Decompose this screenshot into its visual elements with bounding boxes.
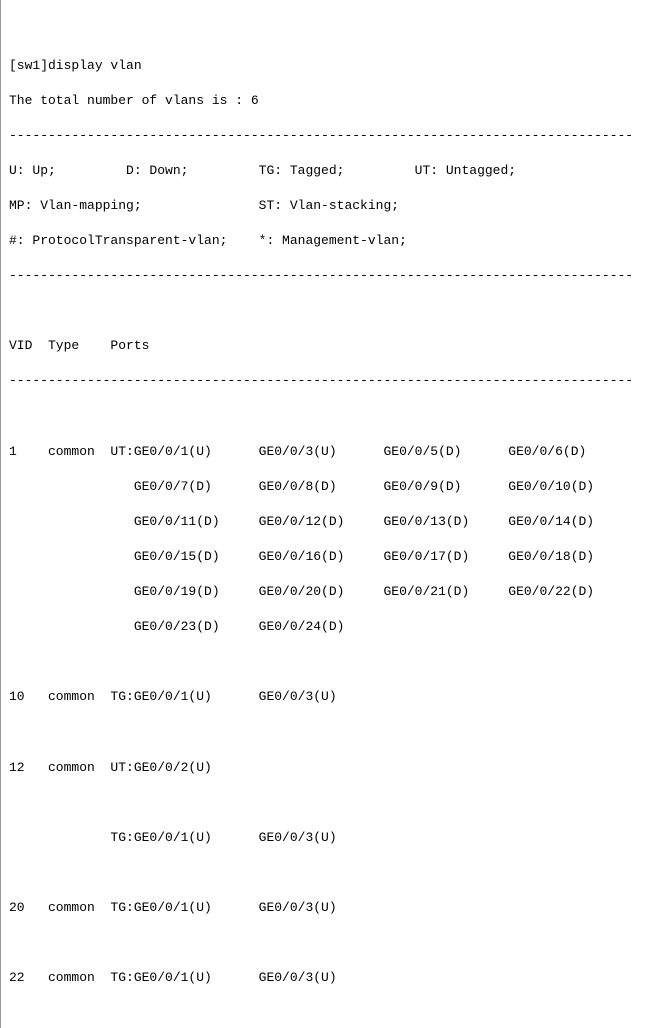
table-row: 20 common TG:GE0/0/1(U) GE0/0/3(U)	[9, 899, 650, 917]
table-row: GE0/0/11(D) GE0/0/12(D) GE0/0/13(D) GE0/…	[9, 513, 650, 531]
legend-line-2: MP: Vlan-mapping; ST: Vlan-stacking;	[9, 197, 650, 215]
table-row: GE0/0/7(D) GE0/0/8(D) GE0/0/9(D) GE0/0/1…	[9, 478, 650, 496]
table-row: GE0/0/15(D) GE0/0/16(D) GE0/0/17(D) GE0/…	[9, 548, 650, 566]
blank-line	[9, 408, 650, 426]
vlan-count-summary: The total number of vlans is : 6	[9, 92, 650, 110]
divider: ----------------------------------------…	[9, 267, 650, 285]
blank-line	[9, 794, 650, 812]
blank-line	[9, 723, 650, 741]
blank-line	[9, 302, 650, 320]
divider: ----------------------------------------…	[9, 372, 650, 390]
table-header: VID Type Ports	[9, 337, 650, 355]
blank-line	[9, 864, 650, 882]
table-row: GE0/0/19(D) GE0/0/20(D) GE0/0/21(D) GE0/…	[9, 583, 650, 601]
table-row: 1 common UT:GE0/0/1(U) GE0/0/3(U) GE0/0/…	[9, 443, 650, 461]
blank-line	[9, 1004, 650, 1022]
blank-line	[9, 653, 650, 671]
divider: ----------------------------------------…	[9, 127, 650, 145]
blank-line	[9, 934, 650, 952]
legend-line-1: U: Up; D: Down; TG: Tagged; UT: Untagged…	[9, 162, 650, 180]
table-row: GE0/0/23(D) GE0/0/24(D)	[9, 618, 650, 636]
table-row: 22 common TG:GE0/0/1(U) GE0/0/3(U)	[9, 969, 650, 987]
command-prompt: [sw1]display vlan	[9, 57, 650, 75]
table-row: 12 common UT:GE0/0/2(U)	[9, 759, 650, 777]
legend-line-3: #: ProtocolTransparent-vlan; *: Manageme…	[9, 232, 650, 250]
table-row: TG:GE0/0/1(U) GE0/0/3(U)	[9, 829, 650, 847]
table-row: 10 common TG:GE0/0/1(U) GE0/0/3(U)	[9, 688, 650, 706]
